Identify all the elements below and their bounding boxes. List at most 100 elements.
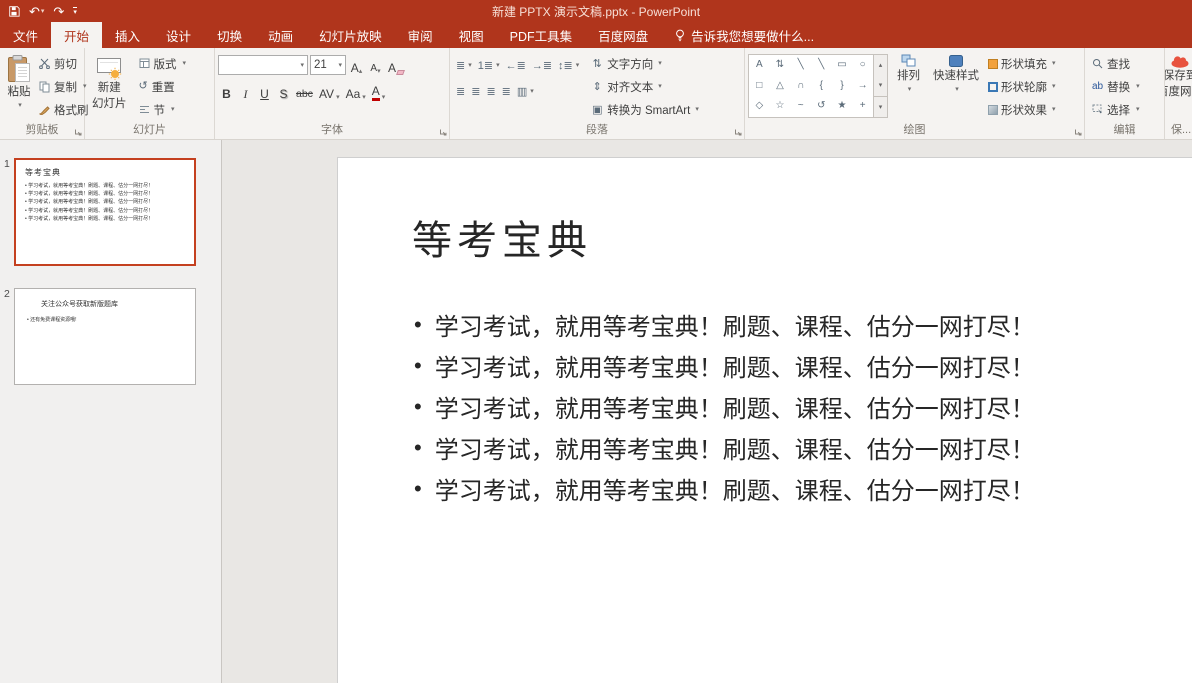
customize-qat-button[interactable]: ▾ [73,6,77,16]
tab-baidu-netdisk[interactable]: 百度网盘 [585,22,661,48]
justify-button[interactable]: ≣ [499,81,514,101]
arrange-button[interactable]: 排列 ▾ [893,52,924,121]
tab-transitions[interactable]: 切换 [204,22,255,48]
shape-line-arrow[interactable]: ╲ [811,55,832,76]
undo-button[interactable]: ↶ ▾ [29,5,44,18]
convert-smartart-button[interactable]: ▣ 转换为 SmartArt ▾ [590,98,699,121]
section-button[interactable]: 节 ▾ [135,98,191,121]
quick-styles-button[interactable]: 快速样式 ▾ [929,52,983,121]
find-button[interactable]: 查找 [1088,52,1162,75]
tab-animations[interactable]: 动画 [255,22,306,48]
save-to-baidu-button[interactable]: 保存到 百度网盘 [1165,52,1192,100]
decrease-indent-button[interactable]: ←≣ [503,55,529,75]
tab-home[interactable]: 开始 [51,22,103,48]
tell-me-box[interactable]: 告诉我您想要做什么... [675,22,814,48]
quick-styles-dropdown-icon[interactable]: ▾ [955,86,959,93]
tab-design[interactable]: 设计 [153,22,204,48]
shape-textbox[interactable]: A [749,55,770,76]
shape-vertical-textbox[interactable]: ⇅ [770,55,791,76]
shape-star[interactable]: ☆ [770,96,791,117]
grow-font-button[interactable]: A ▴ [348,55,365,75]
reset-button[interactable]: ↺ 重置 [135,75,191,98]
tab-slideshow[interactable]: 幻灯片放映 [306,22,395,48]
tab-file[interactable]: 文件 [0,22,51,48]
shape-star-5[interactable]: ★ [832,96,853,117]
align-left-button[interactable]: ≣ [453,81,468,101]
drawing-dialog-launcher[interactable] [1074,128,1082,136]
select-dropdown-icon[interactable]: ▾ [1136,106,1140,113]
shape-circular-arrow[interactable]: ↺ [811,96,832,117]
font-size-dropdown-icon[interactable]: ▾ [338,62,342,69]
shape-right-brace[interactable]: } [832,76,853,97]
slide-title-placeholder[interactable]: 等考宝典 [412,208,592,266]
format-painter-button[interactable]: 格式刷 [35,98,93,121]
align-right-button[interactable]: ≣ [483,81,498,101]
shapes-scroll-up-button[interactable]: ▴ [874,55,887,75]
numbering-button[interactable]: 1≣ ▾ [475,55,503,75]
cut-button[interactable]: 剪切 [35,52,93,75]
slide-thumbnail-panel[interactable]: 1 等考宝典 学习考试，就用等考宝典！刷题、课程、估分一网打尽！ 学习考试，就用… [0,140,222,683]
tab-review[interactable]: 审阅 [395,22,446,48]
replace-dropdown-icon[interactable]: ▾ [1136,83,1140,90]
slide-2-thumbnail[interactable]: 关注公众号获取新版题库 还有免费课程资源哦! [14,288,196,385]
font-dialog-launcher[interactable] [439,128,447,136]
shape-outline-button[interactable]: 形状轮廓 ▾ [988,75,1056,98]
redo-button[interactable]: ↷ [53,5,64,18]
clear-formatting-button[interactable]: A [386,55,406,75]
arrange-dropdown-icon[interactable]: ▾ [908,86,912,93]
strikethrough-button[interactable]: abc [294,81,315,101]
shapes-scroll-down-button[interactable]: ▾ [874,75,887,95]
paste-button[interactable]: 粘贴 ▾ [3,52,35,122]
text-direction-button[interactable]: ⇅ 文字方向 ▾ [590,52,699,75]
shape-curve[interactable]: ~ [790,96,811,117]
undo-dropdown-icon[interactable]: ▾ [41,8,45,15]
increase-indent-button[interactable]: →≣ [529,55,555,75]
section-dropdown-icon[interactable]: ▾ [171,106,175,113]
paragraph-dialog-launcher[interactable] [734,128,742,136]
save-button[interactable] [8,5,20,17]
shape-diamond[interactable]: ◇ [749,96,770,117]
shrink-font-button[interactable]: A ▾ [367,55,384,75]
shape-rectangle[interactable]: ▭ [832,55,853,76]
italic-button[interactable]: I [237,81,254,101]
font-name-combobox[interactable]: ▾ [218,55,308,75]
columns-button[interactable]: ▥ ▾ [514,81,537,101]
shape-plus[interactable]: + [852,96,873,117]
align-center-button[interactable]: ≣ [468,81,483,101]
copy-button[interactable]: 复制 ▾ [35,75,93,98]
tab-insert[interactable]: 插入 [102,22,153,48]
shape-arrow[interactable]: → [852,76,873,97]
tab-pdf-tools[interactable]: PDF工具集 [497,22,586,48]
shapes-more-button[interactable]: ▾ [874,95,887,117]
shape-arc[interactable]: ∩ [790,76,811,97]
shape-line[interactable]: ╲ [790,55,811,76]
tab-view[interactable]: 视图 [446,22,497,48]
shape-fill-button[interactable]: 形状填充 ▾ [988,52,1056,75]
slide-1-thumbnail[interactable]: 等考宝典 学习考试，就用等考宝典！刷题、课程、估分一网打尽！ 学习考试，就用等考… [14,158,196,266]
slide-body-placeholder[interactable]: 学习考试，就用等考宝典！刷题、课程、估分一网打尽！ 学习考试，就用等考宝典！刷题… [414,304,1035,509]
select-button[interactable]: 选择 ▾ [1088,98,1162,121]
shape-effects-button[interactable]: 形状效果 ▾ [988,98,1056,121]
paste-dropdown-icon[interactable]: ▾ [18,102,22,109]
font-size-combobox[interactable]: 21 ▾ [310,55,346,75]
shape-triangle[interactable]: △ [770,76,791,97]
clipboard-dialog-launcher[interactable] [74,128,82,136]
character-spacing-button[interactable]: AV ▾ [317,81,342,101]
font-color-button[interactable]: A ▾ [370,81,388,101]
layout-button[interactable]: 版式 ▾ [135,52,191,75]
font-name-dropdown-icon[interactable]: ▾ [300,62,304,69]
line-spacing-button[interactable]: ↕≣ ▾ [555,55,582,75]
current-slide[interactable]: 等考宝典 学习考试，就用等考宝典！刷题、课程、估分一网打尽！ 学习考试，就用等考… [337,157,1192,683]
change-case-button[interactable]: Aa ▾ [344,81,368,101]
bold-button[interactable]: B [218,81,235,101]
replace-button[interactable]: ab 替换 ▾ [1088,75,1162,98]
shape-left-brace[interactable]: { [811,76,832,97]
shape-square[interactable]: □ [749,76,770,97]
text-shadow-button[interactable]: S [275,81,292,101]
align-text-button[interactable]: ⇕ 对齐文本 ▾ [590,75,699,98]
bullets-button[interactable]: ≣ ▾ [453,55,475,75]
layout-dropdown-icon[interactable]: ▾ [183,60,187,67]
shape-oval[interactable]: ○ [852,55,873,76]
underline-button[interactable]: U [256,81,273,101]
new-slide-button[interactable]: 新建 幻灯片 [88,52,131,122]
